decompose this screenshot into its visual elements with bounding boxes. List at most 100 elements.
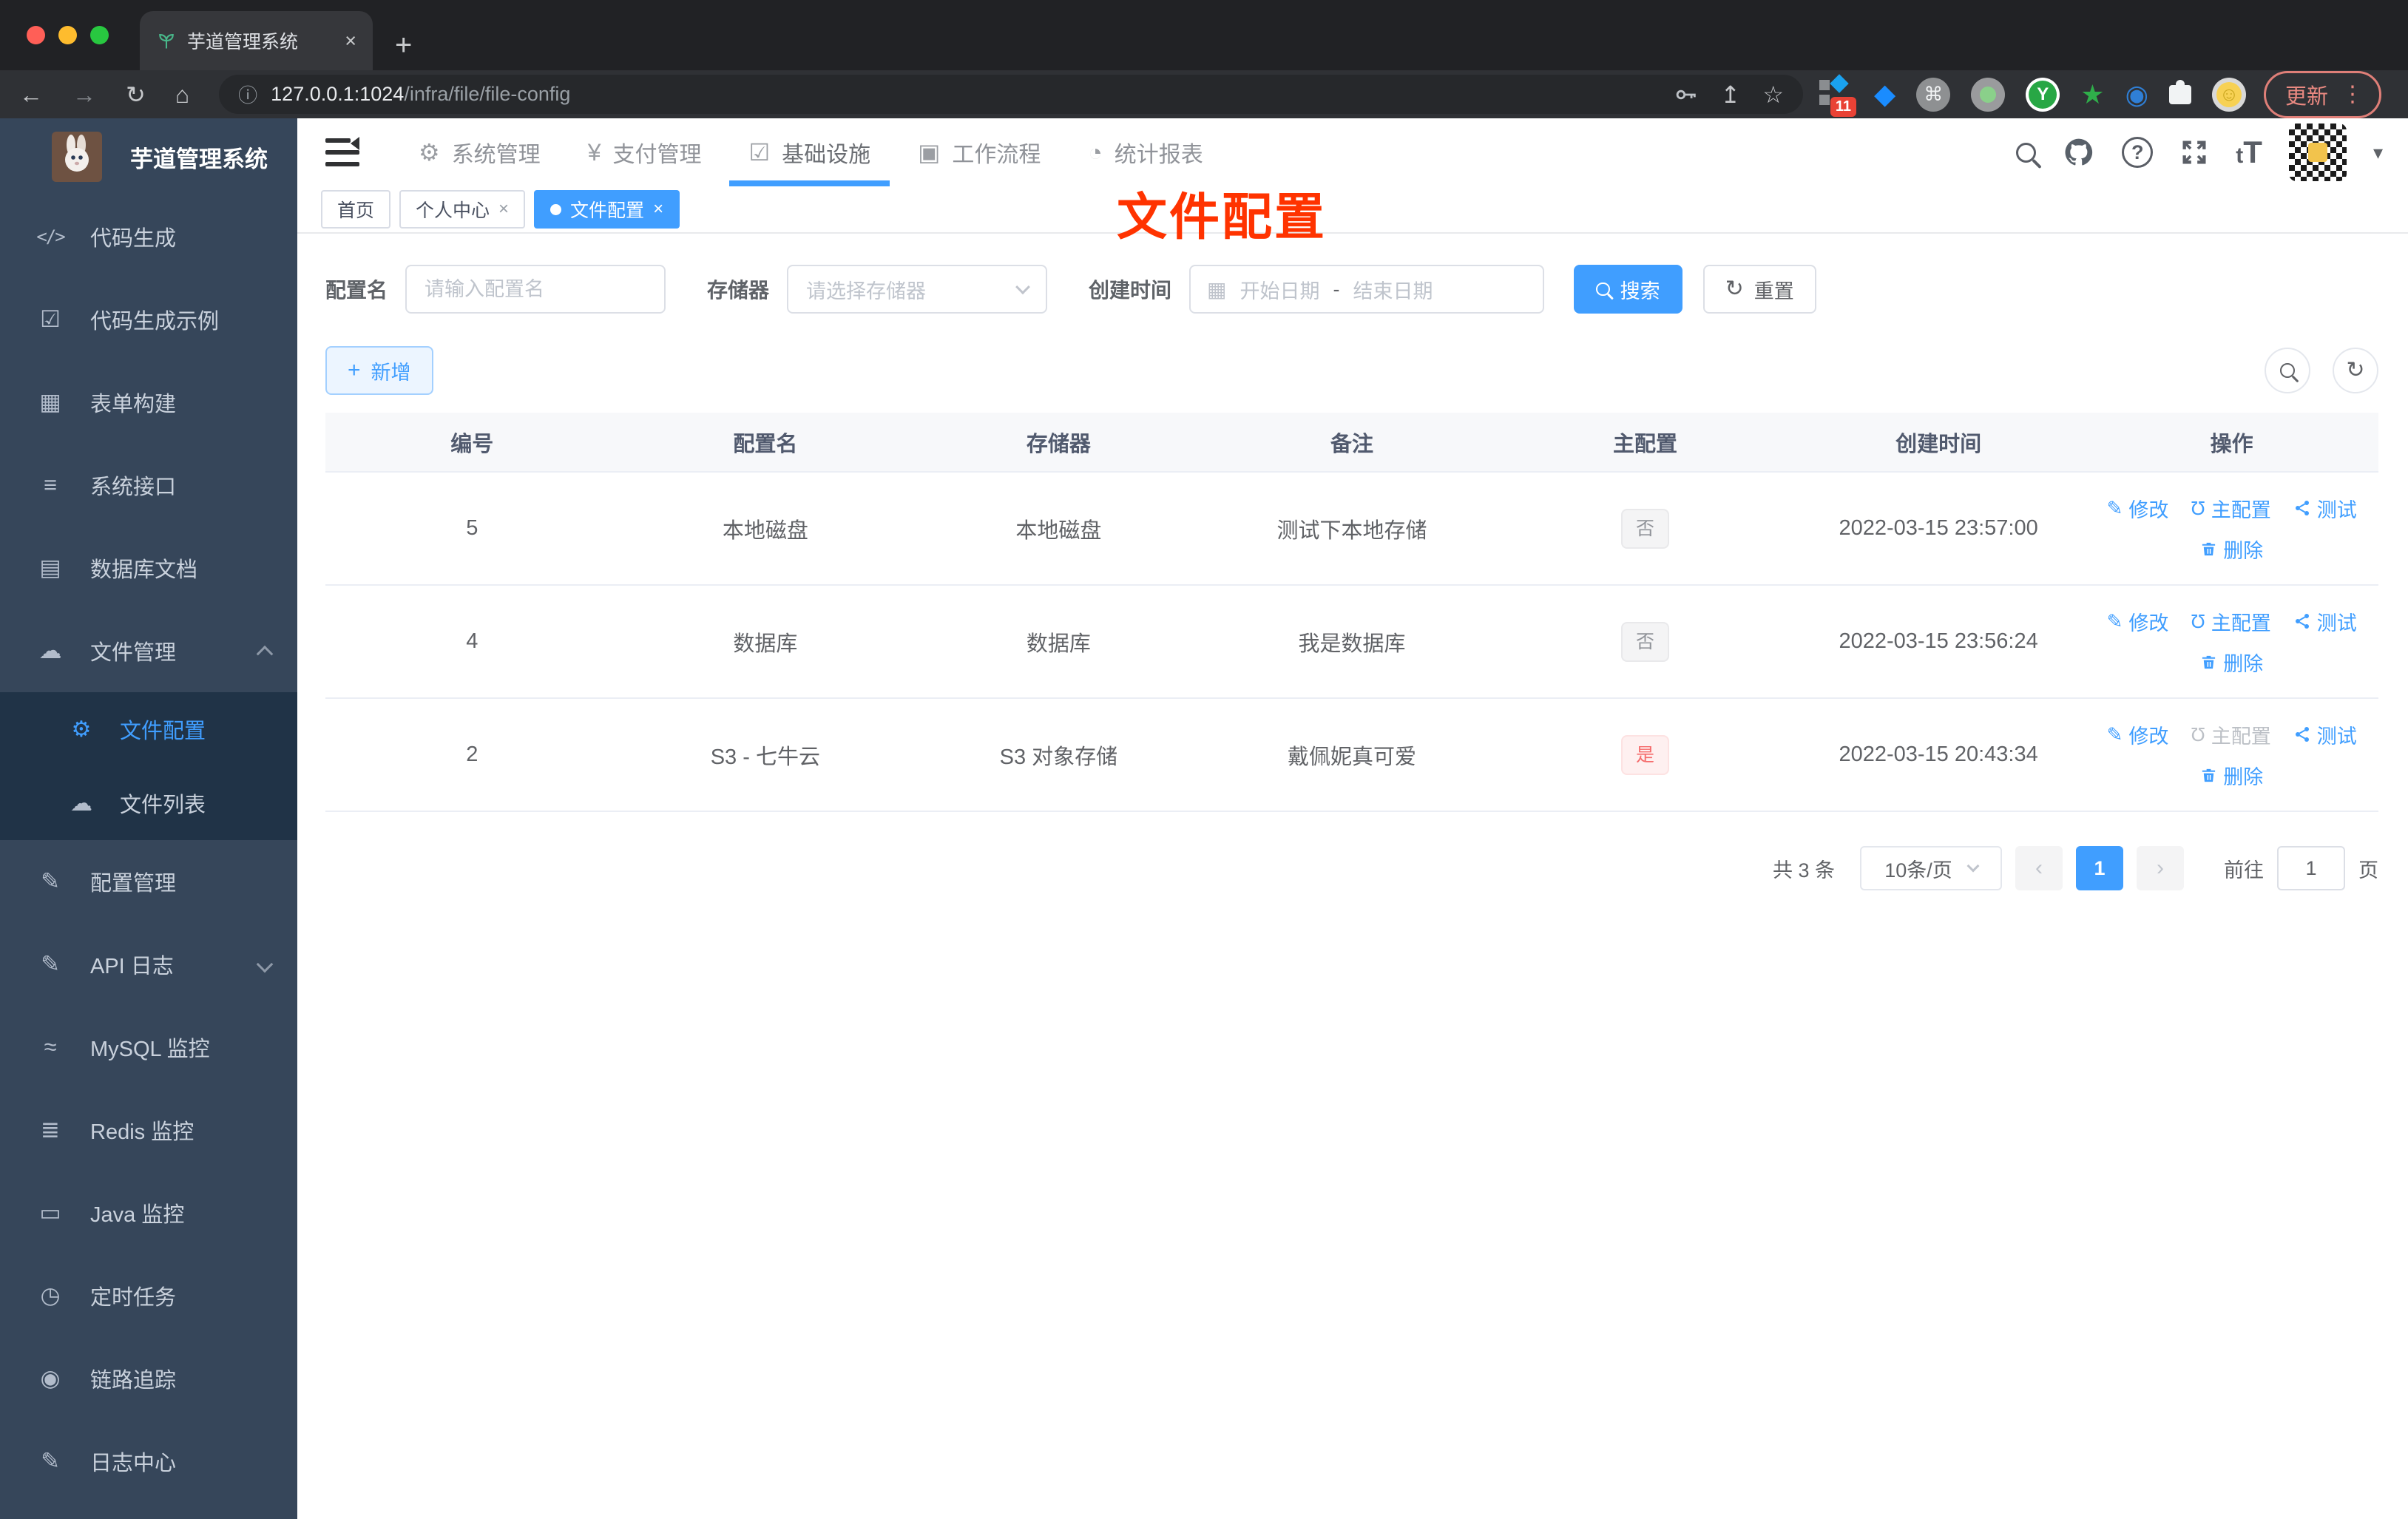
edit-link[interactable]: ✎ 修改 [2107,720,2169,749]
browser-update-button[interactable]: 更新 ⋮ [2263,70,2381,118]
show-search-button[interactable] [2265,348,2310,393]
magnet-icon: Ʊ [2191,723,2205,745]
extension-y-icon[interactable]: Y [2026,77,2060,112]
config-name-input[interactable] [405,265,666,314]
test-link[interactable]: 测试 [2293,494,2357,523]
share-icon[interactable]: ↥ [1721,83,1741,106]
end-date-placeholder: 结束日期 [1353,280,1433,302]
bookmark-star-icon[interactable]: ☆ [1762,83,1784,106]
sidebar-item-db-doc[interactable]: ▤ 数据库文档 [0,527,297,609]
layers-icon: ≣ [41,1117,60,1143]
font-size-icon[interactable]: tT [2236,135,2262,170]
back-icon[interactable]: ← [19,83,43,106]
reset-button[interactable]: ↻ 重置 [1702,265,1816,314]
user-caret-icon[interactable]: ▾ [2373,141,2383,164]
delete-link[interactable]: 删除 [2200,535,2263,564]
col-remark: 备注 [1205,413,1499,473]
tab-file-config[interactable]: 文件配置 × [534,190,680,229]
cell-created: 2022-03-15 20:43:34 [1791,698,2086,812]
sidebar-item-config-manage[interactable]: ✎ 配置管理 [0,840,297,923]
nav-item-workflow[interactable]: ▣ 工作流程 [894,118,1064,186]
sidebar-item-form-builder[interactable]: ▦ 表单构建 [0,361,297,444]
sidebar-item-system-api[interactable]: ≡ 系统接口 [0,444,297,527]
sidebar-logo[interactable]: 芋道管理系统 [0,118,297,195]
user-avatar[interactable] [2288,124,2347,181]
password-key-icon[interactable] [1674,82,1699,107]
profile-avatar-icon[interactable]: ☺ [2211,77,2246,112]
sidebar-item-java-monitor[interactable]: ▭ Java 监控 [0,1171,297,1254]
sidebar-item-file-manage[interactable]: ☁ 文件管理 [0,609,297,692]
briefcase-icon: ▣ [918,139,941,166]
nav-item-payment[interactable]: ¥ 支付管理 [564,118,726,186]
sidebar-submenu-file: ⚙ 文件配置 ☁ 文件列表 [0,692,297,840]
window-minimize-button[interactable] [58,26,77,44]
window-close-button[interactable] [27,26,45,44]
add-button[interactable]: + 新增 [325,346,433,395]
help-icon[interactable]: ? [2122,137,2154,168]
reload-icon[interactable]: ↻ [126,83,146,106]
nav-item-report[interactable]: ◔ 统计报表 [1064,118,1226,186]
sidebar-item-log-center[interactable]: ✎ 日志中心 [0,1420,297,1503]
browser-tab[interactable]: 芋道管理系统 × [140,11,373,70]
search-button[interactable]: 搜索 [1574,265,1682,314]
pencil-icon: ✎ [2106,609,2123,632]
extension-eye-icon[interactable]: ◉ [2125,81,2148,108]
fullscreen-icon[interactable] [2179,138,2209,167]
nav-item-infra[interactable]: ☑ 基础设施 [725,118,894,186]
close-icon[interactable]: × [498,199,509,220]
sidebar-collapse-icon[interactable] [325,137,359,166]
page-size-select[interactable]: 10条/页 [1860,846,2002,890]
test-link[interactable]: 测试 [2293,607,2357,636]
delete-link[interactable]: 删除 [2200,648,2263,677]
close-icon[interactable]: × [653,199,663,220]
refresh-table-button[interactable]: ↻ [2333,348,2378,393]
browser-chrome: 芋道管理系统 × + ← → ↻ ⌂ ⓘ 127.0.0.1:1024 /inf… [0,0,2408,118]
window-zoom-button[interactable] [90,26,109,44]
sidebar-item-tracing[interactable]: ◉ 链路追踪 [0,1337,297,1420]
sidebar-item-scheduled-job[interactable]: ◷ 定时任务 [0,1254,297,1337]
extension-star-icon[interactable]: ★ [2080,81,2104,108]
extensions-puzzle-icon[interactable] [2168,79,2191,104]
prev-page-button[interactable]: ‹ [2015,846,2063,890]
extension-green-dot-icon[interactable] [1971,77,2006,112]
test-link[interactable]: 测试 [2293,720,2357,749]
tab-home[interactable]: 首页 [321,190,391,229]
sidebar-item-file-config[interactable]: ⚙ 文件配置 [0,692,297,766]
logo-avatar [52,132,102,182]
col-created: 创建时间 [1791,413,2086,473]
edit-link[interactable]: ✎ 修改 [2107,607,2169,636]
sidebar-item-code-gen[interactable]: </> 代码生成 [0,195,297,278]
master-link[interactable]: Ʊ 主配置 [2191,494,2270,523]
goto-page-input[interactable] [2277,846,2345,890]
date-range-picker[interactable]: ▦ 开始日期 - 结束日期 [1189,265,1545,314]
current-page-button[interactable]: 1 [2076,846,2123,890]
sidebar-item-code-demo[interactable]: ☑ 代码生成示例 [0,278,297,361]
sidebar-item-api-log[interactable]: ✎ API 日志 [0,923,297,1006]
next-page-button[interactable]: › [2137,846,2184,890]
extension-command-icon[interactable]: ⌘ [1916,77,1951,112]
sidebar-item-file-list[interactable]: ☁ 文件列表 [0,766,297,840]
edit-link[interactable]: ✎ 修改 [2107,494,2169,523]
tab-profile[interactable]: 个人中心 × [399,190,526,229]
delete-link[interactable]: 删除 [2200,761,2263,790]
sidebar-item-mysql-monitor[interactable]: ≈ MySQL 监控 [0,1006,297,1089]
storage-select[interactable]: 请选择存储器 [787,265,1048,314]
sidebar-item-redis-monitor[interactable]: ≣ Redis 监控 [0,1089,297,1171]
address-bar[interactable]: ⓘ 127.0.0.1:1024 /infra/file/file-config… [219,75,1804,114]
home-icon[interactable]: ⌂ [175,83,189,106]
site-info-icon[interactable]: ⓘ [238,81,257,108]
search-icon[interactable] [2016,134,2037,171]
cell-name: 本地磁盘 [618,472,913,586]
master-link[interactable]: Ʊ 主配置 [2191,607,2270,636]
extension-badged-icon[interactable]: 11 [1818,73,1857,117]
col-id: 编号 [325,413,619,473]
extension-badge-count: 11 [1830,96,1857,117]
extension-balloon-icon[interactable]: ◆ [1874,78,1895,111]
nav-item-system[interactable]: ⚙ 系统管理 [395,118,564,186]
github-icon[interactable] [2063,136,2095,169]
cell-name: 数据库 [618,585,913,699]
forward-icon[interactable]: → [72,83,96,106]
tab-close-icon[interactable]: × [345,30,356,53]
browser-menu-kebab-icon[interactable]: ⋮ [2341,81,2364,107]
new-tab-button[interactable]: + [395,30,412,60]
